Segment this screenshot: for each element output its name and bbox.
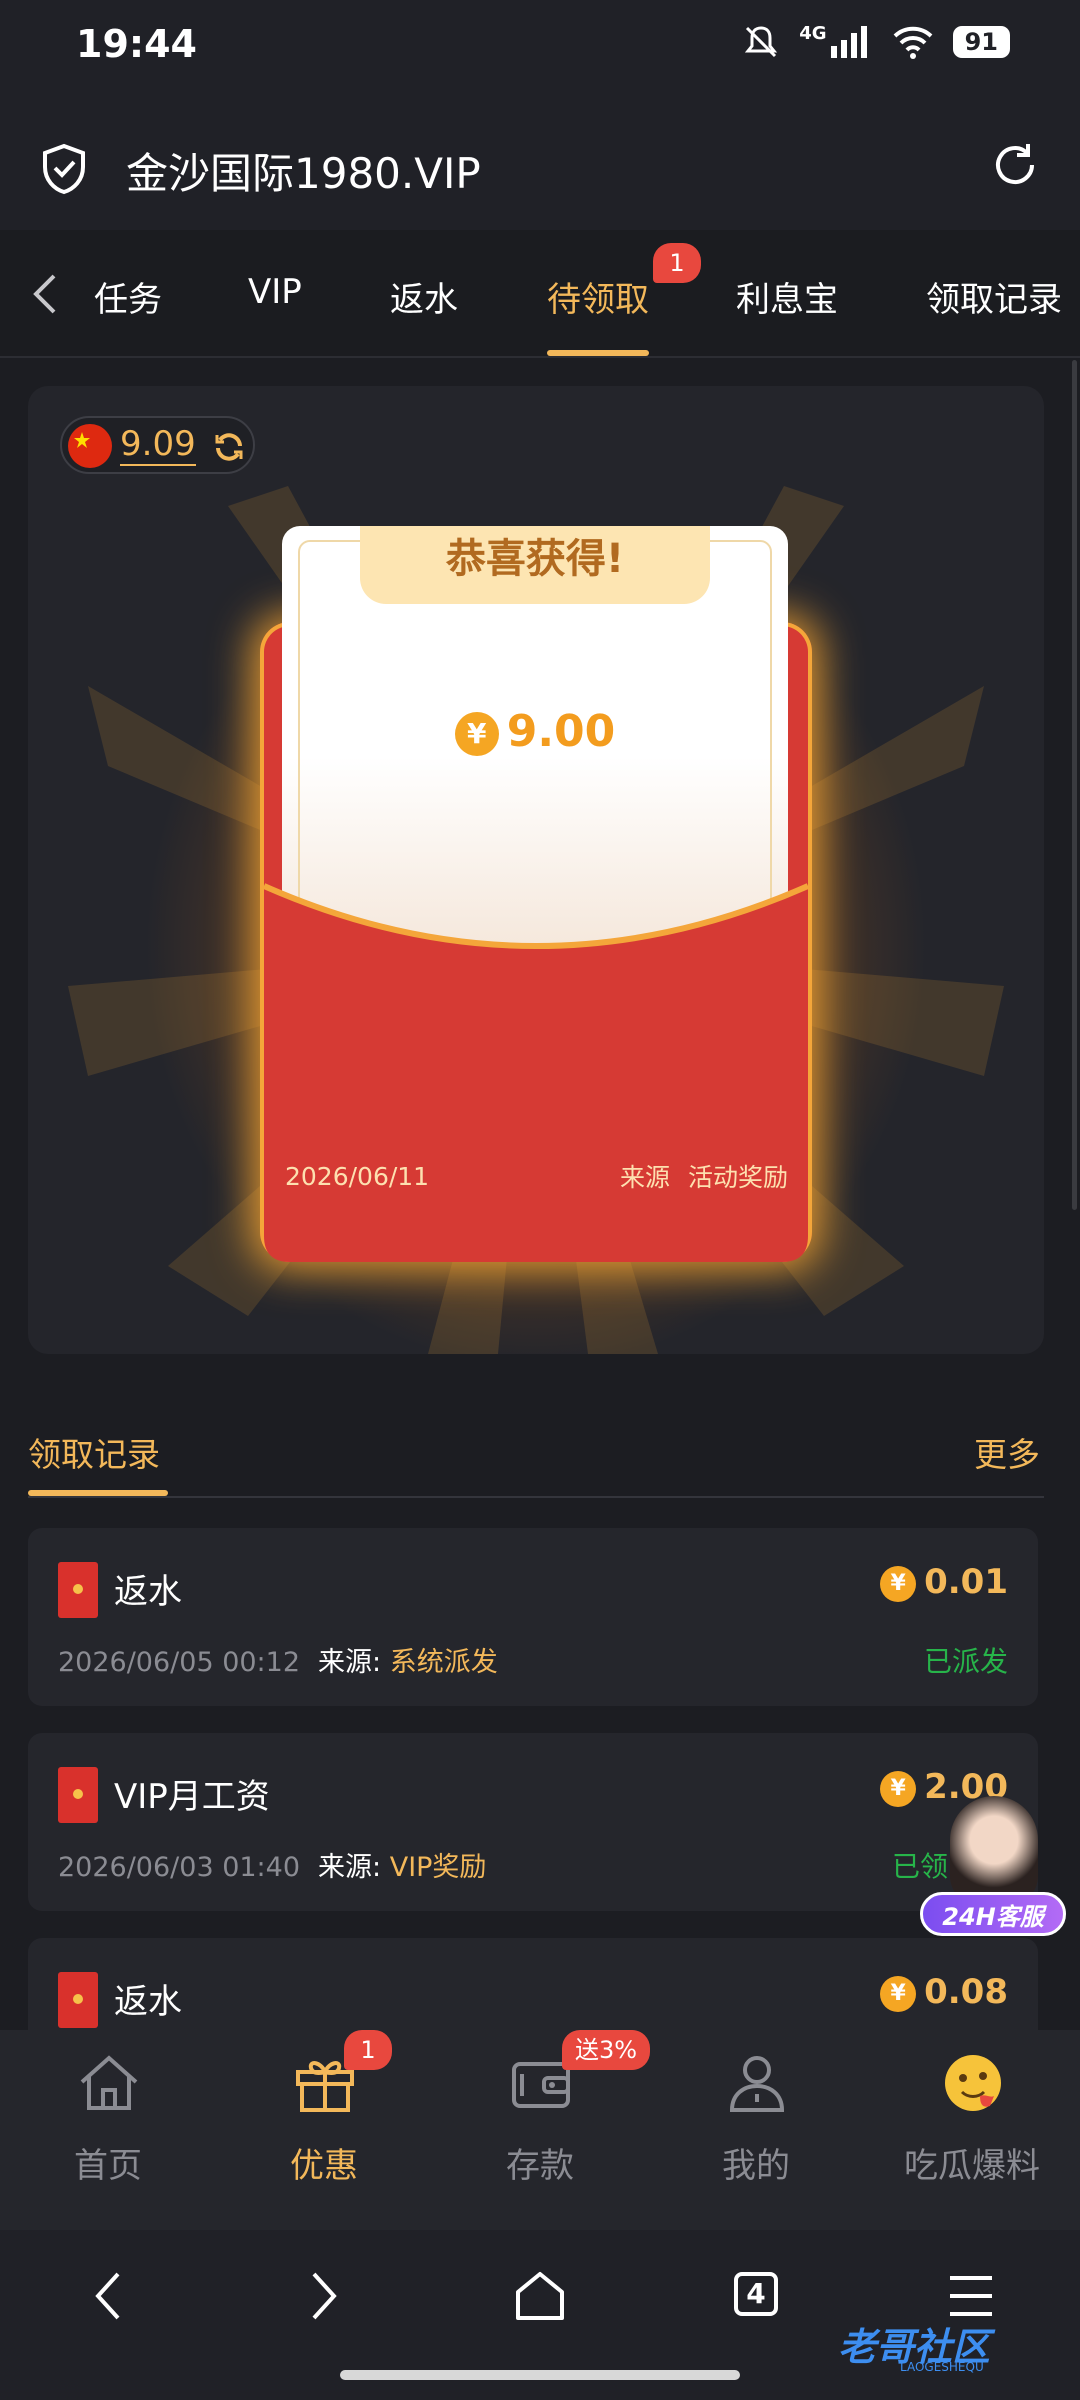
tab-badge: 1 xyxy=(653,243,701,283)
signal-icon xyxy=(830,26,867,58)
service-label: 24H客服 xyxy=(920,1892,1066,1936)
nav-promo-label: 优惠 xyxy=(290,2146,358,2186)
record-meta: 2026/06/03 01:40 来源: VIP奖励 xyxy=(58,1845,486,1884)
page-title[interactable]: 金沙国际1980.VIP xyxy=(126,140,481,201)
tab-records[interactable]: 领取记录 xyxy=(926,272,1062,321)
mute-icon xyxy=(745,26,778,58)
status-time: 19:44 xyxy=(76,22,197,66)
yuan-coin-icon: ¥ xyxy=(880,1975,917,2012)
balance-pill[interactable]: 9.09 xyxy=(60,416,255,474)
nav-home-label: 首页 xyxy=(74,2146,142,2186)
home-button-icon[interactable] xyxy=(514,2268,566,2324)
tab-task[interactable]: 任务 xyxy=(92,272,162,321)
tab-rebate[interactable]: 返水 xyxy=(390,272,458,321)
user-icon xyxy=(729,2056,785,2112)
divider xyxy=(28,1496,1044,1498)
promo-badge: 1 xyxy=(344,2030,392,2070)
packet-date: 2026/06/11 xyxy=(285,1162,430,1191)
china-flag-icon xyxy=(68,424,112,468)
list-item[interactable]: 返水 ¥0.08 xyxy=(28,1938,1038,2030)
record-amount: ¥0.08 xyxy=(880,1972,1008,2012)
status-bar: 19:44 4G 91 xyxy=(0,0,1080,95)
red-packet-icon xyxy=(58,1972,98,2028)
record-time: 2026/06/05 00:12 xyxy=(58,1647,301,1678)
yuan-coin-icon: ¥ xyxy=(880,1565,917,1602)
record-amount-value: 0.08 xyxy=(924,1972,1008,2012)
record-meta: 2026/06/05 00:12 来源: 系统派发 xyxy=(58,1640,498,1679)
reward-amount-row: ¥9.00 xyxy=(282,706,788,757)
wifi-icon xyxy=(893,26,932,59)
record-source-label: 来源: xyxy=(318,1647,382,1678)
record-name: 返水 xyxy=(114,1572,182,1612)
chevron-left-icon[interactable] xyxy=(28,272,64,316)
record-source-label: 来源: xyxy=(318,1852,382,1883)
records-title-underline xyxy=(28,1490,168,1496)
tab-vip[interactable]: VIP xyxy=(248,272,302,312)
record-name: VIP月工资 xyxy=(114,1777,270,1817)
red-packet-card: 9.09 恭喜获得! ¥9.00 2026/06/11 来源 活动奖励 xyxy=(28,386,1044,1354)
shield-icon[interactable] xyxy=(40,143,88,195)
records-more-link[interactable]: 更多 xyxy=(974,1428,1040,1476)
agent-avatar xyxy=(950,1796,1038,1906)
balance-value: 9.09 xyxy=(120,424,196,466)
deposit-promo-badge: 送3% xyxy=(562,2030,650,2070)
record-source: VIP奖励 xyxy=(389,1852,487,1883)
packet-source-value: 活动奖励 xyxy=(687,1163,788,1192)
network-label: 4G xyxy=(799,22,827,44)
status-icons: 4G 91 xyxy=(741,22,1010,62)
tab-interest[interactable]: 利息宝 xyxy=(736,272,838,321)
reload-icon[interactable] xyxy=(990,140,1040,190)
battery-indicator: 91 xyxy=(952,26,1010,58)
record-source: 系统派发 xyxy=(389,1647,498,1678)
packet-source-label: 来源 xyxy=(620,1163,671,1192)
red-packet-icon xyxy=(58,1767,98,1823)
congrats-title: 恭喜获得! xyxy=(360,526,710,604)
scrollbar[interactable] xyxy=(1072,360,1077,1210)
nav-gossip-label: 吃瓜爆料 xyxy=(904,2146,1040,2186)
packet-source: 来源 活动奖励 xyxy=(620,1158,788,1194)
list-item[interactable]: VIP月工资 2026/06/03 01:40 来源: VIP奖励 ¥2.00 已… xyxy=(28,1733,1038,1911)
records-title[interactable]: 领取记录 xyxy=(28,1428,160,1476)
emoji-icon xyxy=(945,2055,1001,2111)
tab-bar xyxy=(0,230,1080,358)
nav-deposit-label: 存款 xyxy=(506,2146,574,2186)
refresh-icon[interactable] xyxy=(212,430,246,464)
envelope-flap xyxy=(262,883,810,1262)
record-amount: ¥0.01 xyxy=(880,1562,1008,1602)
reward-amount: 9.00 xyxy=(506,706,616,757)
record-name: 返水 xyxy=(114,1982,182,2022)
tab-active-indicator xyxy=(547,350,649,356)
customer-service-button[interactable]: 24H客服 xyxy=(920,1796,1066,1944)
record-amount-value: 0.01 xyxy=(924,1562,1008,1602)
record-time: 2026/06/03 01:40 xyxy=(58,1852,301,1883)
home-icon xyxy=(80,2055,138,2110)
watermark-sub: LAOGESHEQU xyxy=(900,2360,984,2374)
tabs-count-button[interactable]: 4 xyxy=(734,2272,778,2316)
yuan-coin-icon: ¥ xyxy=(880,1770,917,1807)
nav-profile-label: 我的 xyxy=(722,2146,790,2186)
back-icon[interactable] xyxy=(90,2268,126,2324)
gesture-bar[interactable] xyxy=(340,2370,740,2380)
record-status: 已派发 xyxy=(923,1645,1008,1678)
list-item[interactable]: 返水 2026/06/05 00:12 来源: 系统派发 ¥0.01 已派发 xyxy=(28,1528,1038,1706)
menu-icon[interactable] xyxy=(948,2274,994,2318)
forward-icon[interactable] xyxy=(306,2268,342,2324)
tab-pending[interactable]: 待领取 xyxy=(547,272,649,321)
red-packet-icon xyxy=(58,1562,98,1618)
yuan-coin-icon: ¥ xyxy=(454,712,499,756)
